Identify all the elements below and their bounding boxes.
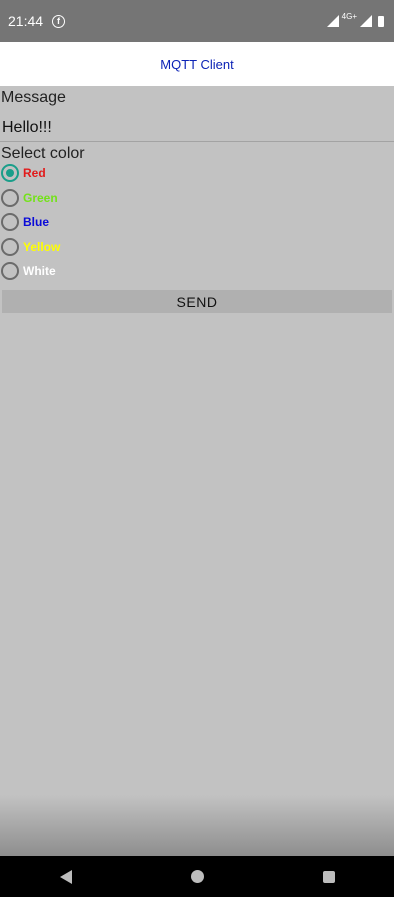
network-type-label: 4G+ [341,11,357,21]
radio-option-red[interactable]: Red [1,162,46,184]
home-icon[interactable] [190,870,204,883]
radio-option-white[interactable]: White [1,260,56,282]
select-color-label: Select color [1,145,85,162]
radio-label-green: Green [23,191,58,205]
radio-unchecked-icon[interactable] [1,262,19,280]
radio-option-blue[interactable]: Blue [1,211,49,233]
message-input[interactable] [0,114,394,142]
navigation-bar [0,856,394,897]
app-title: MQTT Client [160,56,234,72]
status-time: 21:44 [8,13,44,29]
status-left: 21:44 f [8,13,66,29]
radio-unchecked-icon[interactable] [1,213,19,231]
signal-icon-2 [360,15,372,27]
radio-option-green[interactable]: Green [1,187,58,209]
send-button[interactable]: SEND [2,290,392,313]
radio-label-red: Red [23,166,46,180]
message-label: Message [1,89,66,106]
radio-checked-icon[interactable] [1,164,19,182]
facebook-icon: f [52,14,66,28]
signal-icon [326,15,339,27]
battery-icon [378,15,384,27]
radio-unchecked-icon[interactable] [1,189,19,207]
status-bar: 21:44 f 4G+ [0,0,394,42]
status-right: 4G+ [326,11,384,27]
bottom-gradient [0,795,394,856]
radio-label-white: White [23,264,56,278]
radio-label-yellow: Yellow [23,240,61,254]
recents-icon[interactable] [322,870,335,883]
radio-option-yellow[interactable]: Yellow [1,236,60,258]
back-icon[interactable] [59,869,72,884]
radio-label-blue: Blue [23,215,50,229]
title-bar: MQTT Client [0,42,394,86]
radio-unchecked-icon[interactable] [1,238,19,256]
app-screen: 21:44 f 4G+ MQTT Client Message Select c… [0,0,394,897]
